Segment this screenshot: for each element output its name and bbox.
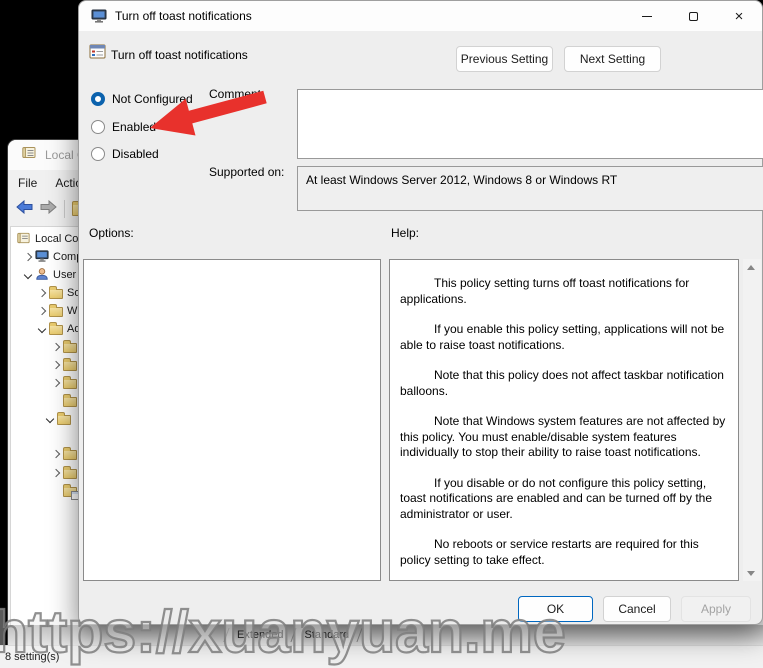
supported-on-textarea[interactable]: At least Windows Server 2012, Windows 8 … <box>297 166 763 211</box>
menu-file[interactable]: File <box>18 176 37 190</box>
gpe-statusbar: 8 setting(s) <box>0 645 763 668</box>
minimize-button[interactable] <box>624 1 670 31</box>
dialog-titlebar[interactable]: Turn off toast notifications × <box>79 1 762 31</box>
help-paragraph: No reboots or service restarts are requi… <box>400 537 699 567</box>
tree-item[interactable] <box>51 374 77 392</box>
options-panel[interactable] <box>83 259 381 581</box>
folder-icon <box>63 466 77 479</box>
scroll-icon <box>17 231 31 248</box>
gpe-menubar: File Action <box>8 172 89 194</box>
dialog-title: Turn off toast notifications <box>115 9 252 23</box>
help-paragraph: This policy setting turns off toast noti… <box>400 276 690 306</box>
tree-item[interactable] <box>45 410 71 428</box>
ok-button[interactable]: OK <box>518 596 593 622</box>
policy-dialog: Turn off toast notifications × Turn off … <box>78 0 763 625</box>
radio-disabled[interactable]: Disabled <box>91 146 159 162</box>
help-paragraph: If you enable this policy setting, appli… <box>400 322 725 352</box>
chevron-right-icon[interactable] <box>51 378 61 388</box>
policy-window-icon <box>91 8 107 24</box>
gpe-tabstrip: Extended Standard <box>8 625 763 645</box>
scroll-up-button[interactable] <box>743 259 759 275</box>
minimize-icon <box>642 15 652 17</box>
desktop: Local Gro File Action Local Con Comp Use… <box>0 0 763 668</box>
chevron-down-icon[interactable] <box>37 324 47 334</box>
options-label: Options: <box>89 226 134 240</box>
computer-icon <box>35 249 49 266</box>
status-text: 8 setting(s) <box>5 651 60 663</box>
radio-icon[interactable] <box>91 147 105 161</box>
chevron-right-icon[interactable] <box>51 342 61 352</box>
chevron-right-icon[interactable] <box>37 306 47 316</box>
folder-registry-icon <box>63 484 80 500</box>
policy-setting-icon <box>89 44 106 65</box>
close-button[interactable]: × <box>716 1 762 31</box>
tree-item[interactable] <box>51 356 77 374</box>
scroll-icon <box>22 145 37 165</box>
chevron-right-icon[interactable] <box>51 360 61 370</box>
policy-name: Turn off toast notifications <box>111 48 248 62</box>
chevron-down-icon[interactable] <box>23 270 33 280</box>
tree-item[interactable] <box>51 338 77 356</box>
next-setting-button[interactable]: Next Setting <box>564 46 661 72</box>
back-arrow-icon[interactable] <box>16 199 33 219</box>
folder-icon <box>49 286 63 299</box>
tree-item-windows-settings[interactable]: Wi <box>37 302 80 320</box>
folder-icon <box>63 394 77 407</box>
triangle-up-icon <box>747 264 755 270</box>
gpe-toolbar <box>8 196 88 222</box>
tab-extended[interactable]: Extended <box>227 628 293 642</box>
tree-item-software-settings[interactable]: So <box>37 284 80 302</box>
help-text: This policy setting turns off toast noti… <box>390 260 738 568</box>
tree-item-administrative-templates[interactable]: Ad <box>37 320 80 338</box>
help-paragraph: Note that Windows system features are no… <box>400 414 726 459</box>
close-icon: × <box>734 7 744 25</box>
user-icon <box>35 267 49 284</box>
chevron-right-icon[interactable] <box>51 449 61 459</box>
chevron-down-icon[interactable] <box>45 414 55 424</box>
help-scrollbar[interactable] <box>743 259 761 581</box>
forward-arrow-icon[interactable] <box>40 199 57 219</box>
help-paragraph: If you disable or do not configure this … <box>400 475 712 521</box>
folder-icon <box>63 447 77 460</box>
folder-icon <box>49 304 63 317</box>
radio-selected-icon[interactable] <box>91 92 105 106</box>
radio-label: Enabled <box>112 120 157 134</box>
scroll-down-button[interactable] <box>743 565 759 581</box>
chevron-right-icon[interactable] <box>37 288 47 298</box>
supported-on-value: At least Windows Server 2012, Windows 8 … <box>306 173 618 187</box>
folder-icon <box>63 358 77 371</box>
help-paragraph: Note that this policy does not affect ta… <box>400 368 724 398</box>
tree-item-all-settings[interactable] <box>63 482 80 500</box>
comment-label: Comment: <box>209 87 265 101</box>
tree-item-local-computer-policy[interactable]: Local Con <box>17 230 85 248</box>
folder-icon <box>57 412 71 425</box>
help-panel[interactable]: This policy setting turns off toast noti… <box>389 259 739 581</box>
toolbar-separator <box>64 200 65 218</box>
tree-item-computer-configuration[interactable]: Comp <box>23 248 82 266</box>
comment-textarea[interactable] <box>297 89 763 159</box>
folder-icon <box>49 322 63 335</box>
previous-setting-button[interactable]: Previous Setting <box>456 46 553 72</box>
tree-item[interactable] <box>51 464 77 482</box>
tab-standard[interactable]: Standard <box>294 628 359 642</box>
radio-label: Not Configured <box>112 92 193 106</box>
triangle-down-icon <box>747 570 755 576</box>
folder-icon <box>63 340 77 353</box>
radio-enabled[interactable]: Enabled <box>91 119 156 135</box>
tree-item[interactable] <box>51 445 77 463</box>
folder-icon <box>63 376 77 389</box>
apply-button[interactable]: Apply <box>681 596 751 622</box>
maximize-icon <box>688 11 698 21</box>
chevron-right-icon[interactable] <box>51 468 61 478</box>
maximize-button[interactable] <box>670 1 716 31</box>
radio-not-configured[interactable]: Not Configured <box>91 91 193 107</box>
supported-on-label: Supported on: <box>209 165 285 179</box>
help-label: Help: <box>391 226 420 240</box>
radio-icon[interactable] <box>91 120 105 134</box>
cancel-button[interactable]: Cancel <box>603 596 671 622</box>
chevron-right-icon[interactable] <box>23 252 33 262</box>
tree-item[interactable] <box>63 392 77 410</box>
radio-label: Disabled <box>112 147 159 161</box>
